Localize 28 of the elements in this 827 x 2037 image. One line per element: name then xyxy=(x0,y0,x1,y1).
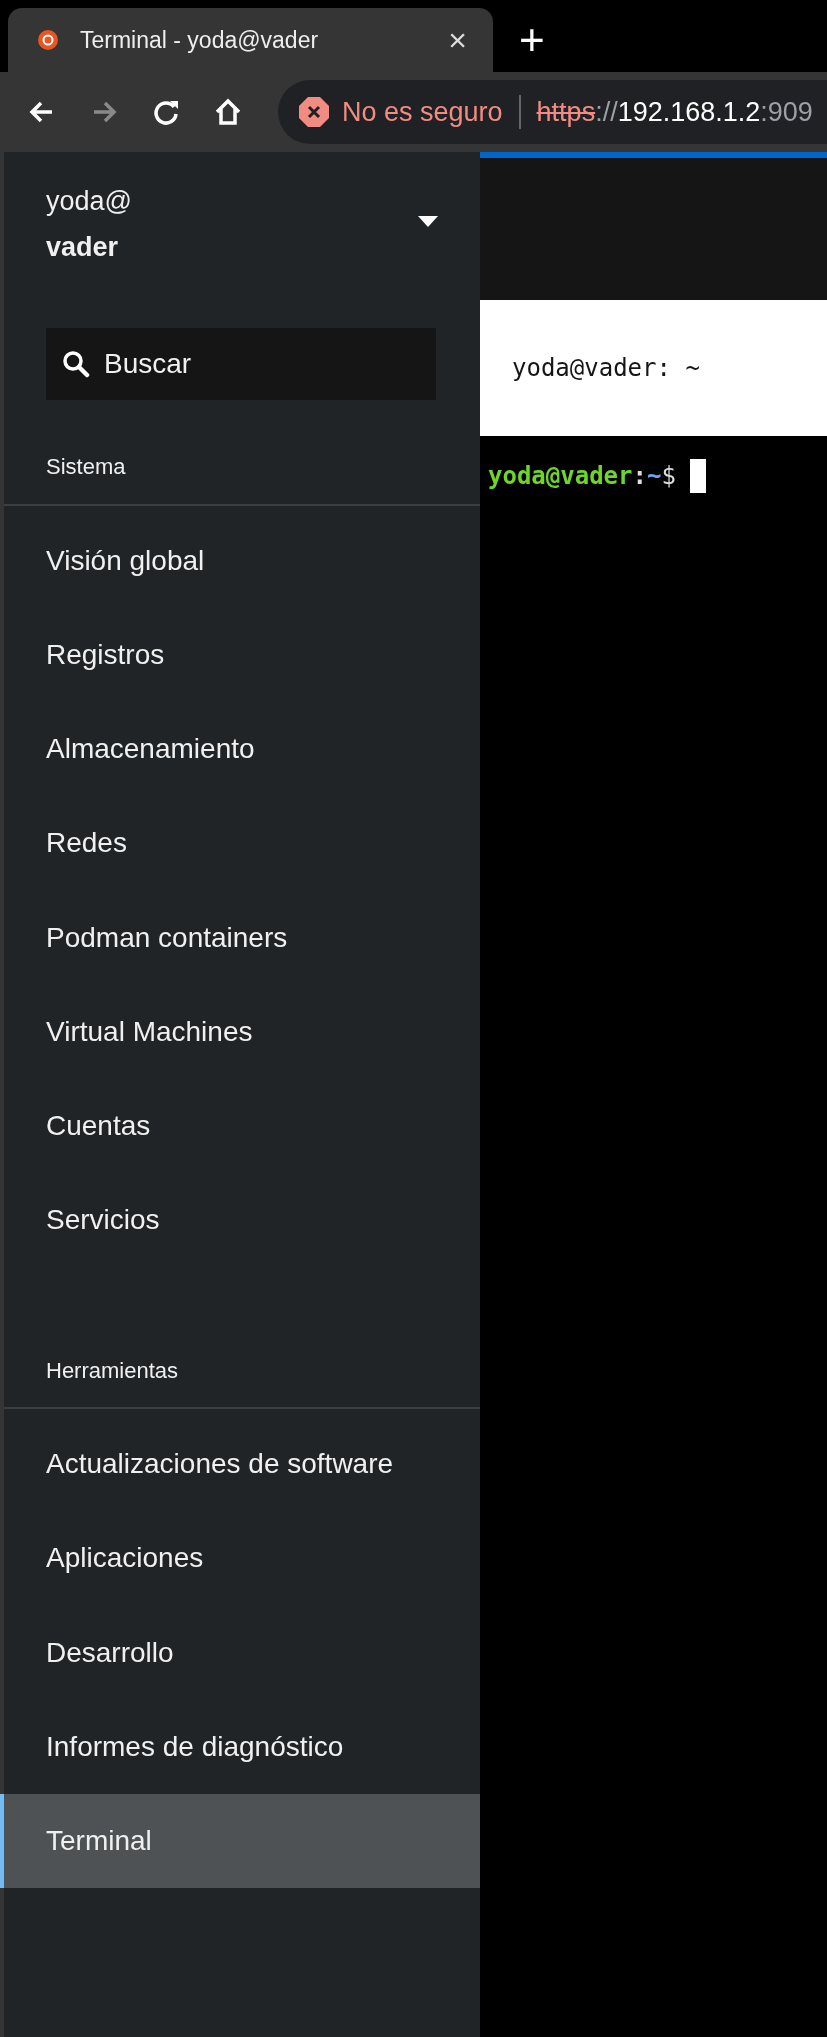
new-tab-button[interactable]: + xyxy=(513,18,551,62)
nav-item[interactable]: Actualizaciones de software xyxy=(0,1417,480,1512)
nav-item[interactable]: Terminal xyxy=(0,1794,480,1889)
tab-title: Terminal - yoda@vader xyxy=(80,25,320,55)
nav-item[interactable]: Registros xyxy=(0,608,480,703)
close-tab-button[interactable]: × xyxy=(444,24,471,56)
search-field[interactable]: Buscar xyxy=(46,327,436,400)
browser-tab[interactable]: Terminal - yoda@vader × xyxy=(8,8,493,72)
url-text: https://192.168.1.2:909 xyxy=(536,95,813,129)
nav-item[interactable]: Cuentas xyxy=(0,1078,480,1174)
caret-icon xyxy=(418,215,438,228)
favicon-icon xyxy=(38,30,58,50)
host-switcher[interactable]: yoda@ vader xyxy=(4,152,480,284)
nav-item[interactable]: Podman containers xyxy=(0,890,480,985)
security-label: No es seguro xyxy=(342,95,503,129)
nav-item[interactable]: Aplicaciones xyxy=(0,1511,480,1606)
nav-item[interactable]: Redes xyxy=(0,796,480,891)
nav-item[interactable]: Desarrollo xyxy=(0,1605,480,1700)
text-cursor xyxy=(689,459,706,493)
warning-icon xyxy=(298,96,330,128)
nav-item[interactable]: Informes de diagnóstico xyxy=(0,1699,480,1795)
nav-item[interactable]: Almacenamiento xyxy=(0,702,480,797)
nav-item[interactable]: Visión global xyxy=(0,513,480,608)
address-bar[interactable]: No es seguro https://192.168.1.2:909 xyxy=(278,80,827,144)
terminal-title: yoda@vader: ~ xyxy=(480,300,827,436)
nav-item[interactable]: Servicios xyxy=(0,1173,480,1268)
shell-prompt: yoda@vader:~$ xyxy=(488,461,676,492)
nav-item[interactable]: Virtual Machines xyxy=(0,984,480,1079)
